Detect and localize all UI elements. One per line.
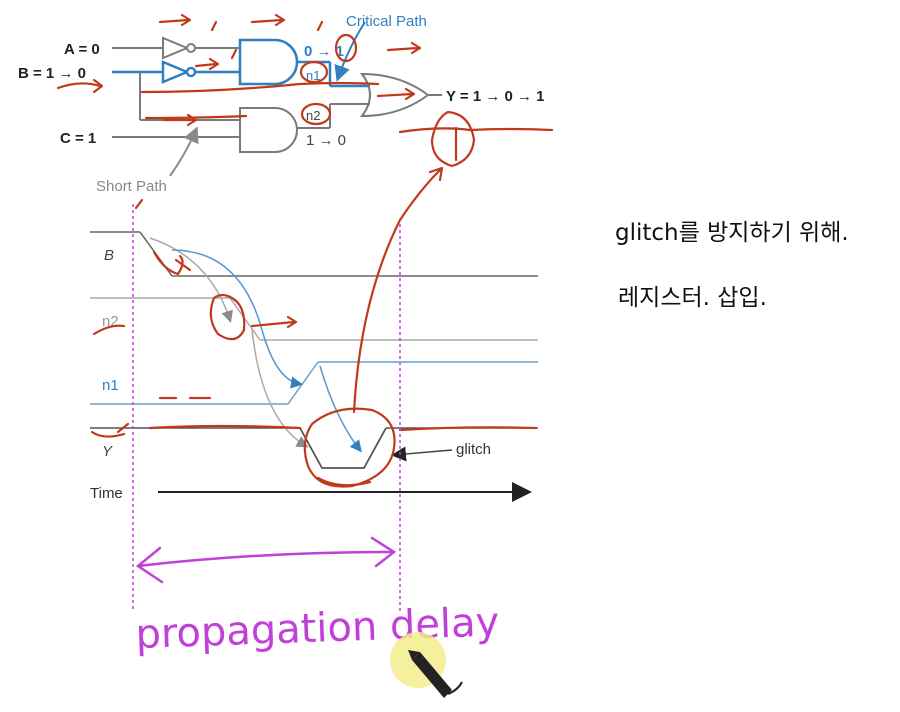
waveform-n1	[90, 361, 538, 405]
short-path-label: Short Path	[96, 178, 167, 195]
signal-n1-label: n1	[102, 377, 119, 394]
red-ink-annotations	[56, 13, 554, 488]
input-b-label: B = 1 → 0	[18, 65, 86, 82]
input-a-label: A = 0	[64, 41, 100, 58]
and-gate-n2	[239, 103, 370, 153]
input-c-label: C = 1	[60, 130, 96, 147]
not-gate-a	[162, 36, 240, 60]
propagation-delay-label: propagation delay	[135, 599, 500, 658]
output-y-label: Y = 1 → 0 → 1	[446, 88, 545, 105]
waveform-b	[90, 231, 538, 277]
waveform-n2	[90, 297, 538, 341]
note-line-1: glitch를 방지하기 위해.	[615, 220, 849, 246]
purple-ink-annotations: propagation delay	[132, 204, 500, 658]
circuit-schematic: A = 0 B = 1 → 0 C = 1 Critical Path 0 → …	[18, 13, 545, 195]
timing-diagram: B n2 n1 Y glitch Time	[90, 231, 538, 502]
signal-b-label: B	[104, 247, 114, 264]
glitch-label: glitch	[456, 441, 491, 458]
critical-path-label: Critical Path	[346, 13, 427, 30]
n2-value-label: 1 → 0	[306, 132, 346, 149]
signal-y-label: Y	[102, 443, 113, 460]
note-line-2: 레지스터. 삽입.	[618, 285, 767, 311]
time-axis-label: Time	[90, 485, 123, 502]
glitch-diagram: A = 0 B = 1 → 0 C = 1 Critical Path 0 → …	[18, 13, 554, 698]
n2-node-label: n2	[306, 108, 320, 123]
propagation-delay-arrow	[135, 536, 397, 584]
